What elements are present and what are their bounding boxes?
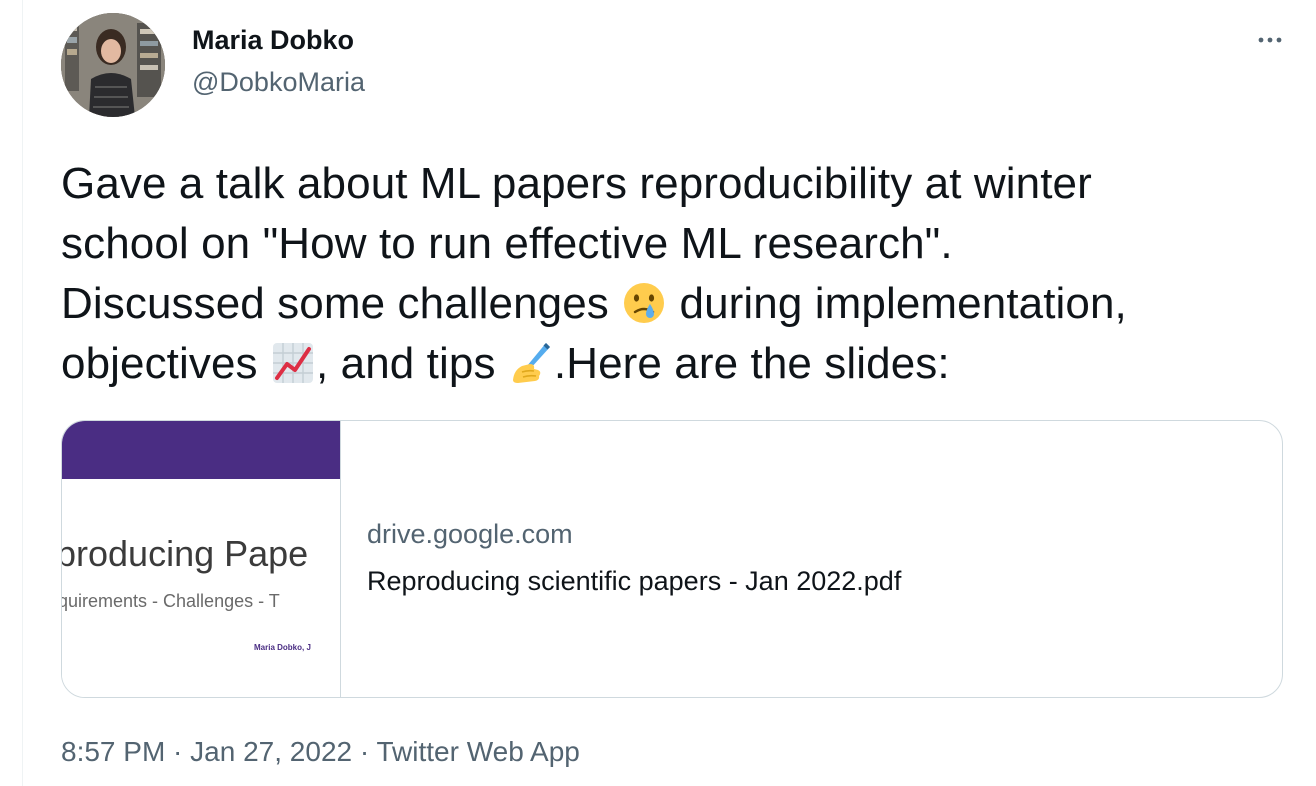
more-options-button[interactable] (1248, 20, 1292, 60)
tweet: Maria Dobko @DobkoMaria Gave a talk abou… (23, 0, 1316, 786)
avatar-photo (61, 13, 165, 117)
tweet-text-segment: , and tips (315, 339, 508, 388)
meta-separator: · (165, 736, 191, 767)
author-name[interactable]: Maria Dobko (192, 25, 354, 56)
tweet-page: Maria Dobko @DobkoMaria Gave a talk abou… (0, 0, 1316, 786)
tweet-text-line: Discussed some challenges during impleme… (61, 274, 1301, 334)
tweet-text: Gave a talk about ML papers reproducibil… (61, 154, 1301, 394)
tweet-text-segment: .Here are the slides: (553, 339, 950, 388)
tweet-text-segment: objectives (61, 339, 270, 388)
tweet-text-line: school on "How to run effective ML resea… (61, 219, 953, 268)
tweet-date[interactable]: Jan 27, 2022 (190, 736, 352, 767)
avatar[interactable] (61, 13, 165, 117)
crying-face-emoji (621, 280, 667, 326)
link-card-thumbnail: producing Pape quirements - Challenges -… (62, 421, 341, 697)
writing-hand-emoji (508, 340, 554, 386)
slide-header-band (62, 421, 340, 479)
ellipsis-icon (1258, 37, 1282, 43)
tweet-text-line: Gave a talk about ML papers reproducibil… (61, 159, 1092, 208)
tweet-text-line: objectives , and tips .Here are the slid… (61, 334, 1301, 394)
tweet-source[interactable]: Twitter Web App (376, 736, 579, 767)
tweet-text-segment: during implementation, (667, 279, 1127, 328)
slide-title: producing Pape (62, 533, 309, 574)
tweet-text-segment: Discussed some challenges (61, 279, 622, 328)
tweet-time[interactable]: 8:57 PM (61, 736, 165, 767)
author-handle[interactable]: @DobkoMaria (192, 67, 365, 98)
link-card[interactable]: producing Pape quirements - Challenges -… (61, 420, 1283, 698)
meta-separator: · (352, 736, 377, 767)
slide-author: Maria Dobko, J (254, 643, 311, 652)
tweet-meta: 8:57 PM · Jan 27, 2022 · Twitter Web App (61, 736, 580, 768)
link-card-domain: drive.google.com (367, 519, 573, 549)
chart-increasing-emoji (270, 340, 316, 386)
slide-subtitle: quirements - Challenges - T (62, 591, 280, 611)
link-card-title: Reproducing scientific papers - Jan 2022… (367, 566, 902, 596)
